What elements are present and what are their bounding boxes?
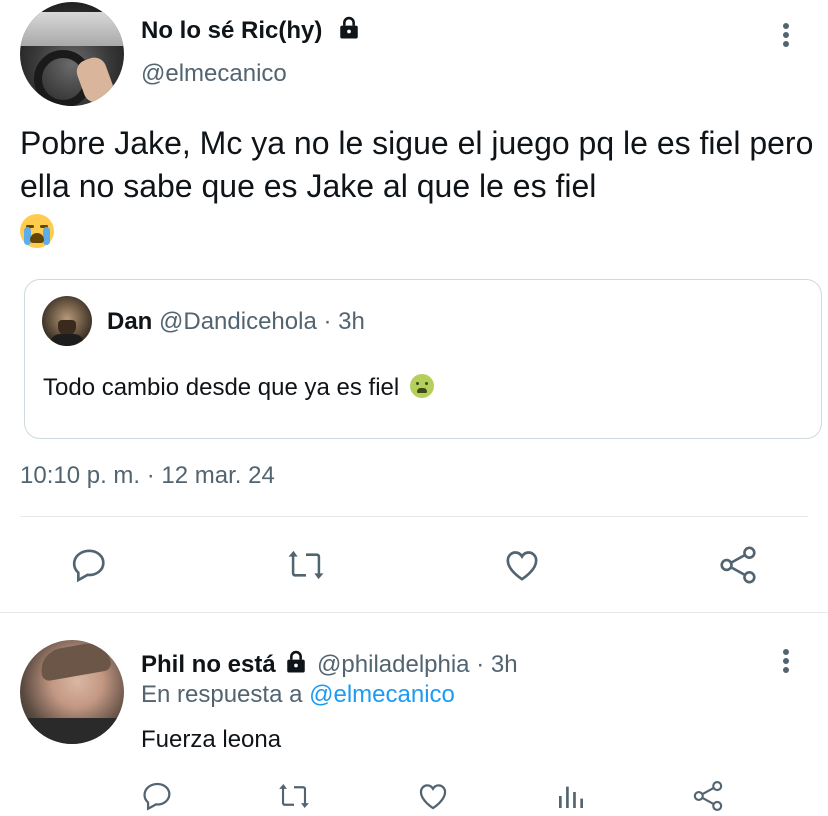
divider: [0, 612, 828, 613]
nauseated-face-emoji: [409, 374, 434, 398]
crying-face-emoji: [20, 214, 54, 248]
reply-author-handle[interactable]: @philadelphia: [317, 651, 469, 678]
reply-icon[interactable]: [66, 541, 114, 589]
replying-to: En respuesta a @elmecanico: [141, 681, 455, 708]
quoted-author-name: Dan: [107, 308, 153, 335]
lock-icon: [282, 648, 310, 683]
share-icon[interactable]: [688, 776, 728, 816]
reply-author-avatar[interactable]: [20, 640, 124, 744]
author-handle[interactable]: @elmecanico: [141, 60, 287, 88]
reply-icon[interactable]: [138, 776, 178, 816]
retweet-icon[interactable]: [274, 776, 314, 816]
more-options-icon[interactable]: [776, 20, 796, 50]
retweet-icon[interactable]: [282, 541, 330, 589]
tweet-text: Pobre Jake, Mc ya no le sigue el juego p…: [20, 125, 814, 204]
author-name[interactable]: No lo sé Ric(hy): [141, 14, 363, 49]
like-icon[interactable]: [413, 776, 453, 816]
views-icon[interactable]: [551, 776, 591, 816]
share-icon[interactable]: [714, 541, 762, 589]
reply-time: · 3h: [476, 650, 518, 678]
more-options-icon[interactable]: [776, 646, 796, 676]
reply-author-name[interactable]: Phil no está: [141, 651, 276, 678]
like-icon[interactable]: [498, 541, 546, 589]
reply-author-line: Phil no está @philadelphia · 3h: [141, 648, 518, 683]
quoted-tweet-card[interactable]: [24, 279, 822, 439]
tweet-timestamp[interactable]: 10:10 p. m. · 12 mar. 24: [20, 462, 275, 490]
lock-icon: [335, 14, 363, 49]
quoted-tweet-text: Todo cambio desde que ya es fiel: [43, 374, 434, 402]
reply-text: Fuerza leona: [141, 726, 282, 753]
quoted-author-handle: @Dandicehola: [159, 308, 317, 335]
replying-to-handle-link[interactable]: @elmecanico: [309, 681, 455, 708]
quoted-author-avatar: [42, 296, 92, 346]
author-avatar[interactable]: [20, 2, 124, 106]
quoted-tweet-time: · 3h: [323, 308, 365, 335]
quoted-author-line: Dan @Dandicehola · 3h: [107, 308, 365, 336]
divider: [20, 516, 808, 517]
